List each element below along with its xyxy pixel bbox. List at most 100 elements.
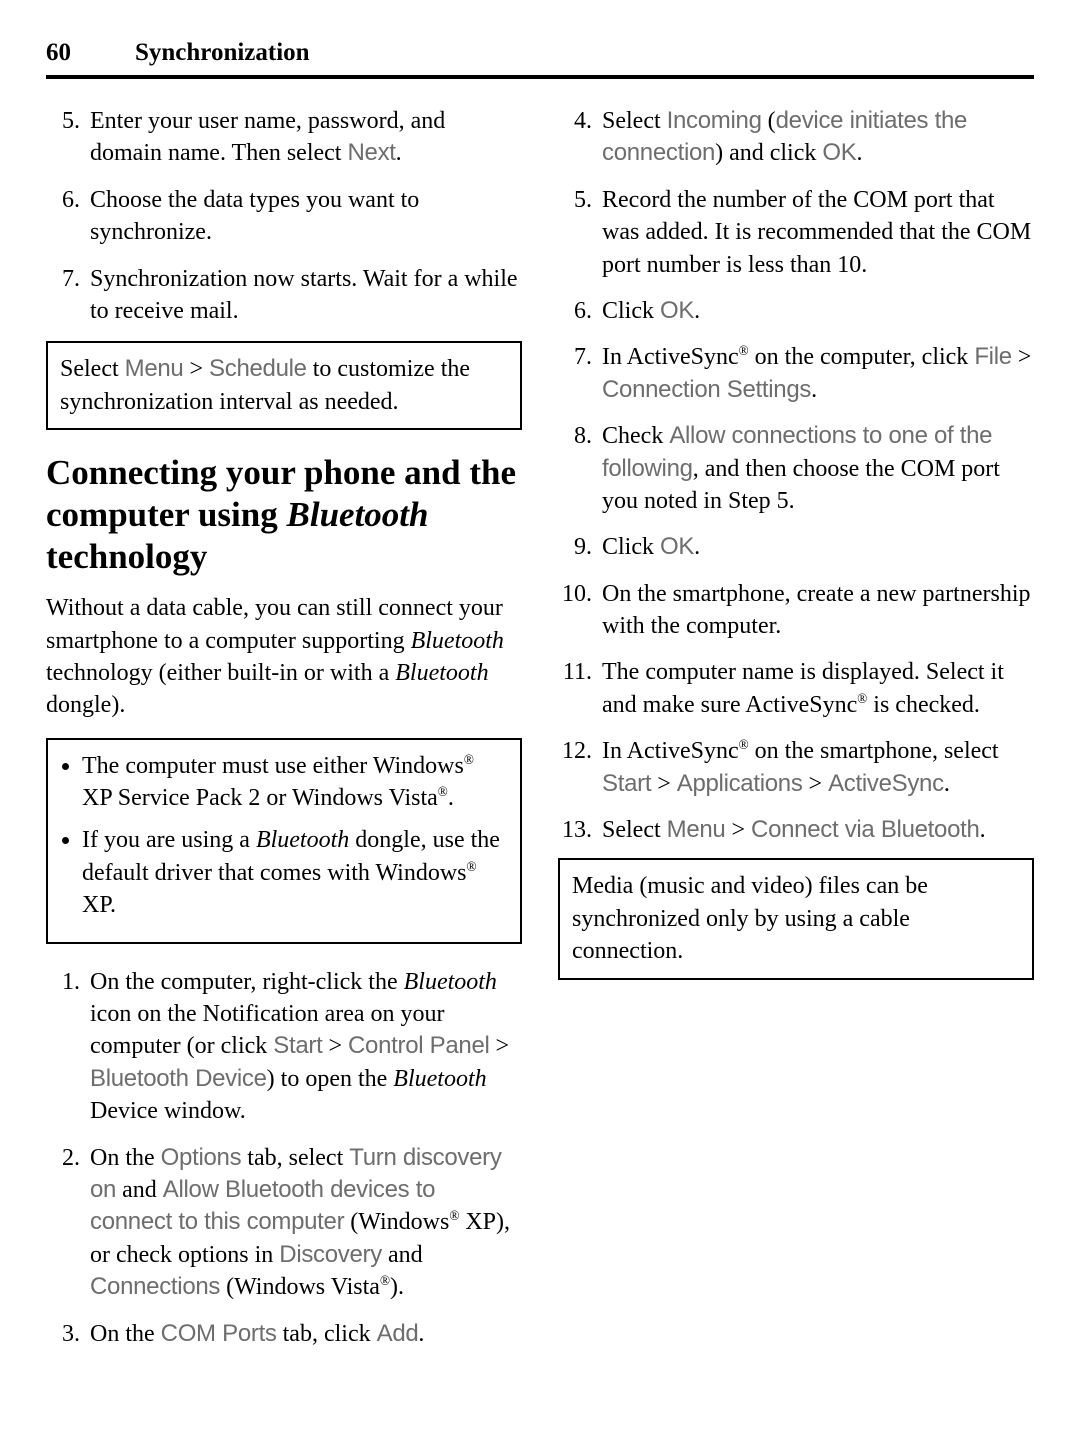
- bt-step-2: On the Options tab, select Turn discover…: [86, 1142, 522, 1304]
- text: On the: [90, 1145, 161, 1171]
- bt-step-10: On the smartphone, create a new partners…: [598, 578, 1034, 643]
- text: XP.: [82, 892, 116, 918]
- ui-discovery: Discovery: [279, 1241, 382, 1268]
- text: technology: [46, 537, 207, 576]
- ui-next: Next: [347, 139, 395, 166]
- bluetooth-intro: Without a data cable, you can still conn…: [46, 592, 522, 722]
- step-6: Choose the data types you want to synchr…: [86, 184, 522, 249]
- text: On the computer, right-click the: [90, 969, 404, 995]
- registered-mark: ®: [739, 343, 749, 358]
- text: >: [490, 1033, 510, 1059]
- ui-ok: OK: [660, 533, 694, 560]
- registered-mark: ®: [464, 752, 474, 767]
- bt-step-1: On the computer, right-click the Bluetoo…: [86, 966, 522, 1128]
- text: Connecting your phone and the computer u…: [46, 453, 516, 534]
- bt-step-8: Check Allow connections to one of the fo…: [598, 420, 1034, 517]
- ui-control-panel: Control Panel: [348, 1032, 490, 1059]
- media-note: Media (music and video) files can be syn…: [558, 858, 1034, 979]
- bt-step-12: In ActiveSync® on the smartphone, select…: [598, 735, 1034, 800]
- requirements-note: The computer must use either Windows® XP…: [46, 738, 522, 944]
- text: >: [322, 1033, 348, 1059]
- text: .: [980, 817, 986, 843]
- bt-step-11: The computer name is displayed. Select i…: [598, 656, 1034, 721]
- text: Select: [602, 108, 667, 134]
- registered-mark: ®: [438, 784, 448, 799]
- registered-mark: ®: [739, 737, 749, 752]
- text: On the: [90, 1321, 161, 1347]
- ui-start: Start: [273, 1032, 322, 1059]
- text: Click: [602, 534, 660, 560]
- ui-ok: OK: [660, 297, 694, 324]
- bluetooth-word: Bluetooth: [256, 827, 349, 853]
- schedule-note: Select Menu > Schedule to customize the …: [46, 341, 522, 430]
- ui-incoming: Incoming: [667, 107, 762, 134]
- content-columns: Enter your user name, password, and doma…: [46, 105, 1034, 1387]
- ui-connect-via-bluetooth: Connect via Bluetooth: [751, 816, 980, 843]
- registered-mark: ®: [857, 691, 867, 706]
- bt-step-6: Click OK.: [598, 295, 1034, 327]
- bt-step-7: In ActiveSync® on the computer, click Fi…: [598, 341, 1034, 406]
- text: is checked.: [867, 692, 980, 718]
- text: .: [811, 377, 817, 403]
- registered-mark: ®: [380, 1273, 390, 1288]
- ui-ok: OK: [822, 139, 856, 166]
- text: (Windows Vista: [220, 1274, 380, 1300]
- ui-bluetooth-device: Bluetooth Device: [90, 1065, 267, 1092]
- text: (Windows: [344, 1209, 449, 1235]
- text: tab, select: [241, 1145, 349, 1171]
- bluetooth-word: Bluetooth: [287, 495, 429, 534]
- step-5: Enter your user name, password, and doma…: [86, 105, 522, 170]
- text: The computer must use either Windows: [82, 753, 464, 779]
- text: Select: [60, 356, 125, 382]
- text: >: [651, 771, 677, 797]
- text: dongle).: [46, 692, 125, 718]
- ui-add: Add: [377, 1320, 419, 1347]
- text: .: [944, 771, 950, 797]
- bt-step-4: Select Incoming (device initiates the co…: [598, 105, 1034, 170]
- ui-menu: Menu: [667, 816, 726, 843]
- text: .: [396, 140, 402, 166]
- text: Check: [602, 423, 669, 449]
- ui-start: Start: [602, 770, 651, 797]
- sync-steps-continued: Enter your user name, password, and doma…: [46, 105, 522, 327]
- section-title: Synchronization: [135, 40, 310, 65]
- text: technology (either built-in or with a: [46, 660, 395, 686]
- text: >: [1012, 344, 1032, 370]
- bluetooth-word: Bluetooth: [411, 628, 504, 654]
- text: XP Service Pack 2 or Windows Vista: [82, 785, 438, 811]
- bluetooth-word: Bluetooth: [404, 969, 497, 995]
- registered-mark: ®: [449, 1208, 459, 1223]
- bluetooth-word: Bluetooth: [393, 1066, 486, 1092]
- text: ) to open the: [267, 1066, 394, 1092]
- text: In ActiveSync: [602, 344, 739, 370]
- heading-bluetooth: Connecting your phone and the computer u…: [46, 452, 522, 578]
- ui-com-ports: COM Ports: [161, 1320, 277, 1347]
- bt-step-13: Select Menu > Connect via Bluetooth.: [598, 814, 1034, 846]
- ui-options: Options: [161, 1144, 242, 1171]
- text: tab, click: [277, 1321, 377, 1347]
- text: .: [418, 1321, 424, 1347]
- text: on the computer, click: [749, 344, 975, 370]
- ui-file: File: [974, 343, 1011, 370]
- text: .: [694, 534, 700, 560]
- text: >: [183, 356, 209, 382]
- ui-connections: Connections: [90, 1273, 220, 1300]
- text: >: [725, 817, 751, 843]
- text: >: [803, 771, 829, 797]
- text: .: [856, 140, 862, 166]
- text: If you are using a: [82, 827, 256, 853]
- bt-step-3: On the COM Ports tab, click Add.: [86, 1318, 522, 1350]
- page: 60 Synchronization Enter your user name,…: [0, 0, 1080, 1438]
- text: ).: [390, 1274, 404, 1300]
- text: on the smartphone, select: [749, 738, 999, 764]
- text: (: [762, 108, 776, 134]
- text: and: [382, 1242, 423, 1268]
- req-1: The computer must use either Windows® XP…: [82, 750, 508, 815]
- text: In ActiveSync: [602, 738, 739, 764]
- text: ) and click: [715, 140, 822, 166]
- text: and: [116, 1177, 163, 1203]
- ui-activesync: ActiveSync: [828, 770, 944, 797]
- page-header: 60 Synchronization: [46, 40, 1034, 79]
- page-number: 60: [46, 40, 71, 65]
- registered-mark: ®: [467, 859, 477, 874]
